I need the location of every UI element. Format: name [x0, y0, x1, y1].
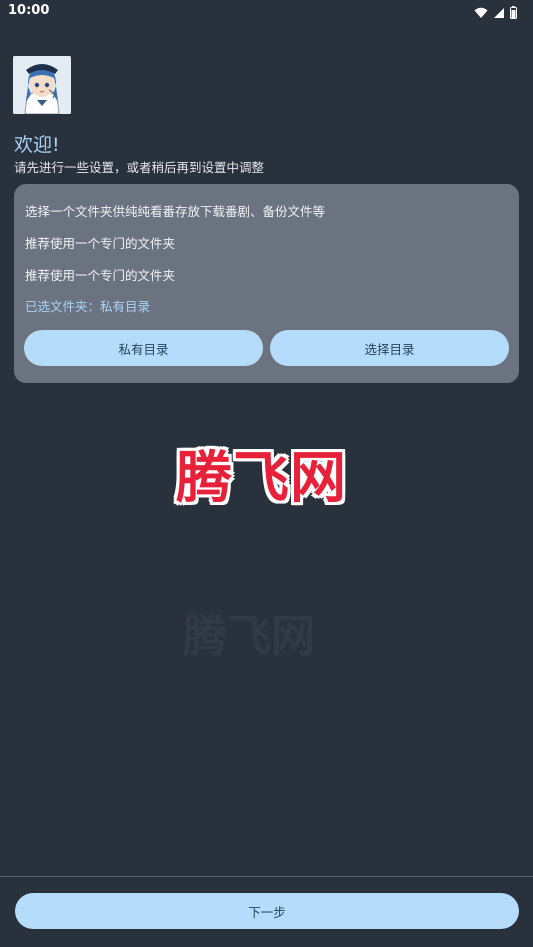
- avatar: [13, 56, 71, 114]
- anime-avatar-icon: [13, 56, 71, 114]
- welcome-title: 欢迎!: [14, 134, 60, 156]
- choose-directory-button[interactable]: 选择目录: [270, 330, 509, 366]
- folder-description: 选择一个文件夹供纯纯看番存放下载番剧、备份文件等: [25, 204, 326, 219]
- private-directory-button[interactable]: 私有目录: [24, 330, 263, 366]
- status-icons: [474, 4, 517, 23]
- bottom-divider: [0, 876, 533, 877]
- selected-folder-label: 已选文件夹：私有目录: [25, 299, 151, 314]
- next-step-button[interactable]: 下一步: [15, 893, 519, 929]
- status-bar: 10:00: [0, 0, 533, 24]
- signal-icon: [493, 4, 505, 23]
- battery-icon: [510, 4, 517, 23]
- watermark-logo: 腾飞网: [176, 446, 347, 511]
- storage-settings-card: 选择一个文件夹供纯纯看番存放下载番剧、备份文件等 推荐使用一个专门的文件夹 推荐…: [14, 184, 519, 383]
- status-time: 10:00: [8, 3, 50, 18]
- folder-recommendation: 推荐使用一个专门的文件夹: [25, 236, 176, 251]
- faint-watermark: 腾飞网: [183, 611, 315, 662]
- wifi-icon: [474, 4, 488, 23]
- folder-recommendation-repeat: 推荐使用一个专门的文件夹: [25, 268, 176, 283]
- welcome-subtitle: 请先进行一些设置，或者稍后再到设置中调整: [14, 160, 265, 175]
